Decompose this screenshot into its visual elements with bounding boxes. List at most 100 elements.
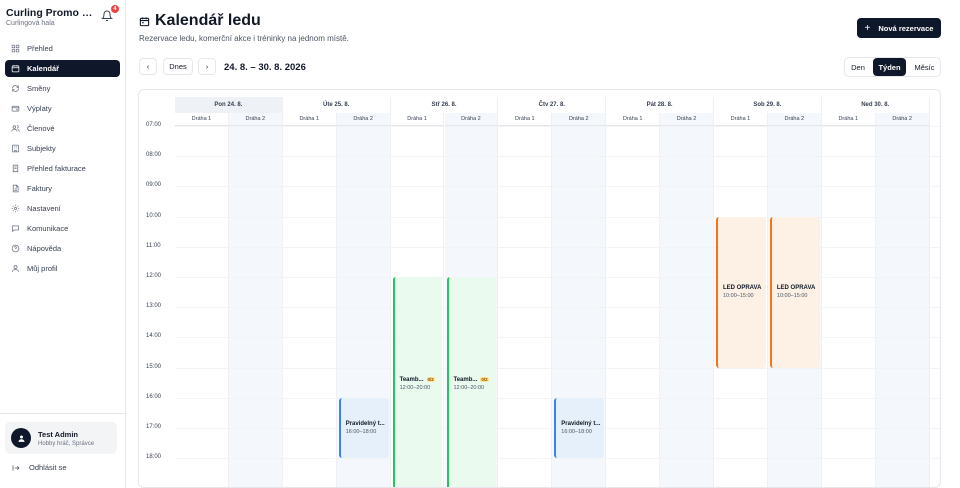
next-week-button[interactable]: › <box>198 58 216 75</box>
view-month-button[interactable]: Měsíc <box>909 58 940 76</box>
sidebar-item-2[interactable]: Kalendář <box>5 60 120 77</box>
event-time: 10:00–15:00 <box>723 293 754 300</box>
sidebar-item-1[interactable]: Přehled <box>5 40 120 57</box>
logout-button[interactable]: Odhlásit se <box>12 463 67 472</box>
day-header[interactable]: Čtv 27. 8. <box>498 97 607 113</box>
grid-icon <box>11 44 20 53</box>
event-title: Teamb... <box>399 376 424 383</box>
sidebar: Curling Promo Os... Curlingová hala 4 Př… <box>0 0 126 488</box>
chat-icon <box>12 225 19 233</box>
event-time: 10:00–15:00 <box>776 293 808 300</box>
building-icon <box>12 144 19 153</box>
hour-gridline <box>175 156 940 158</box>
day-header[interactable]: Pát 28. 8. <box>606 97 714 113</box>
day-header[interactable]: Stř 26. 8. <box>390 97 499 113</box>
view-day-button[interactable]: Den <box>845 58 871 76</box>
sidebar-item-label: Subjekty <box>27 144 56 153</box>
calendar-event[interactable]: LED OPRAVA 10:00–15:00 <box>769 216 820 368</box>
calendar-event[interactable]: Teamb... 0/2 12:00–20:00 <box>446 277 497 487</box>
chevron-left-icon: ‹ <box>146 62 150 71</box>
sidebar-item-8[interactable]: Faktury <box>5 180 120 197</box>
help-icon <box>11 244 20 253</box>
lane-header: Dráha 1 <box>390 113 445 126</box>
view-week-button[interactable]: Týden <box>873 58 906 76</box>
calendar-event[interactable]: Teamb... 0/2 12:00–20:00 <box>392 277 443 487</box>
calendar-event[interactable]: Pravidelný t... 16:00–18:00 <box>554 397 605 459</box>
event-title-row: Teamb... 0/2 <box>400 377 443 383</box>
calendar-event[interactable]: Pravidelný t... 16:00–18:00 <box>338 397 389 459</box>
capacity-badge: 0/2 <box>426 377 435 382</box>
day-header[interactable]: Pon 24. 8. <box>175 97 283 113</box>
hour-gridline <box>175 277 940 278</box>
hour-gridline <box>175 337 940 339</box>
capacity-badge: 0/2 <box>480 377 489 382</box>
today-label: Dnes <box>169 62 187 71</box>
page-title: Kalendář ledu <box>139 12 261 30</box>
page-title-text: Kalendář ledu <box>155 12 261 29</box>
day-header[interactable]: Sob 29. 8. <box>714 97 822 113</box>
today-button[interactable]: Dnes <box>163 58 193 75</box>
event-title: Pravidelný t... <box>561 420 601 427</box>
lane-header: Dráha 2 <box>552 113 607 126</box>
lane-header: Dráha 2 <box>336 113 391 126</box>
divider <box>0 413 125 414</box>
lane-header: Dráha 1 <box>498 113 553 126</box>
day-header[interactable]: Úte 25. 8. <box>282 97 391 113</box>
event-time: 12:00–20:00 <box>453 384 485 391</box>
hour-gridline <box>175 216 940 218</box>
sidebar-item-6[interactable]: Subjekty <box>5 140 120 157</box>
sidebar-item-7[interactable]: Přehled fakturace <box>5 160 120 177</box>
user-icon <box>12 265 19 272</box>
calendar-event[interactable]: LED OPRAVA 10:00–15:00 <box>716 216 766 368</box>
sidebar-item-label: Komunikace <box>27 224 69 233</box>
lane-header: Dráha 2 <box>875 113 930 126</box>
lane-header: Dráha 1 <box>821 113 876 126</box>
receipt-icon <box>12 164 19 173</box>
plus-icon: + <box>864 22 871 34</box>
logout-icon <box>12 464 20 471</box>
lane-header: Dráha 1 <box>606 113 661 126</box>
sidebar-item-label: Členové <box>27 124 55 133</box>
sidebar-item-10[interactable]: Komunikace <box>5 220 120 237</box>
calendar-icon <box>139 16 150 26</box>
gear-icon <box>11 204 20 213</box>
lane-header: Dráha 1 <box>714 113 768 126</box>
day-header[interactable]: Ned 30. 8. <box>821 97 930 113</box>
hour-gridline <box>175 367 940 369</box>
document-icon <box>12 184 19 193</box>
hour-gridline <box>175 458 940 460</box>
user-name: Test Admin <box>38 429 79 439</box>
sidebar-item-label: Kalendář <box>27 64 60 73</box>
sidebar-item-label: Můj profil <box>27 264 58 273</box>
sidebar-item-3[interactable]: Směny <box>5 80 120 97</box>
sidebar-item-9[interactable]: Nastavení <box>5 200 120 217</box>
hour-gridline <box>175 307 940 309</box>
calendar-icon <box>11 65 20 73</box>
sidebar-item-4[interactable]: Výplaty <box>5 100 120 117</box>
event-time: 16:00–18:00 <box>345 428 377 435</box>
sidebar-item-label: Směny <box>27 84 51 93</box>
hour-label: 18:00 <box>146 454 162 461</box>
sidebar-item-12[interactable]: Můj profil <box>5 260 120 277</box>
user-role: Hobby hráč, Správce <box>38 440 95 447</box>
lane-header: Dráha 2 <box>444 113 499 126</box>
sidebar-item-label: Nápověda <box>27 244 62 253</box>
sidebar-item-11[interactable]: Nápověda <box>5 240 120 257</box>
sidebar-nav: Přehled Kalendář Směny Výplaty Členové Subjek… <box>0 40 125 280</box>
new-reservation-button[interactable]: + Nová rezervace <box>857 18 941 38</box>
lane-header: Dráha 1 <box>175 113 229 126</box>
hour-label: 09:00 <box>146 182 162 189</box>
hour-gridline <box>175 246 940 248</box>
sidebar-item-label: Přehled fakturace <box>27 164 86 173</box>
prev-week-button[interactable]: ‹ <box>139 58 157 75</box>
hour-label: 13:00 <box>146 303 162 310</box>
lane-header: Dráha 1 <box>282 113 337 126</box>
hour-label: 07:00 <box>146 122 162 128</box>
user-card[interactable]: Test Admin Hobby hráč, Správce <box>5 422 117 454</box>
brand: Curling Promo Os... Curlingová hala 4 <box>0 0 125 36</box>
sidebar-item-label: Přehled <box>27 44 53 53</box>
lane-header: Dráha 2 <box>660 113 714 126</box>
main-content: Kalendář ledu Rezervace ledu, komerční a… <box>126 0 960 488</box>
sidebar-item-5[interactable]: Členové <box>5 120 120 137</box>
notification-badge: 4 <box>111 5 119 13</box>
